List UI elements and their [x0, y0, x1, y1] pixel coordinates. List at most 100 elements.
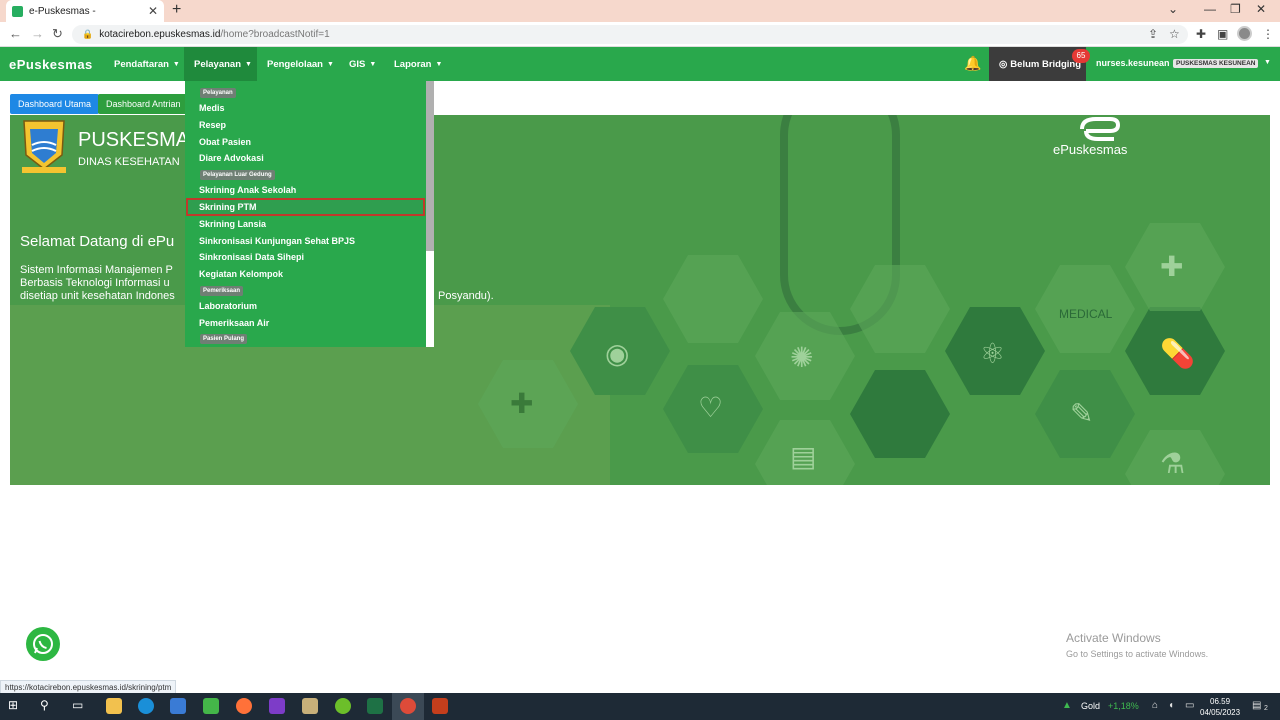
- menu-item-diare-advokasi[interactable]: Diare Advokasi: [199, 153, 264, 163]
- menu-item-laboratorium[interactable]: Laboratorium: [199, 301, 257, 311]
- clock-date: 04/05/2023: [1200, 708, 1241, 717]
- epuskesmas-favicon-icon: [12, 5, 23, 17]
- menu-pendaftaran[interactable]: Pendaftaran ▼: [104, 47, 190, 81]
- menu-label: Pelayanan: [194, 58, 241, 70]
- chrome-icon[interactable]: [400, 698, 416, 714]
- dashboard-utama-button[interactable]: Dashboard Utama: [10, 94, 100, 114]
- pelayanan-dropdown-menu: Pelayanan Medis Resep Obat Pasien Diare …: [185, 81, 434, 347]
- user-caret-down-icon[interactable]: ▼: [1264, 59, 1271, 66]
- brand-logo[interactable]: ePuskesmas: [9, 57, 93, 72]
- dropdown-scrollbar-thumb[interactable]: [426, 81, 434, 251]
- menu-laporan[interactable]: Laporan ▼: [384, 47, 452, 81]
- activate-windows-hint: Go to Settings to activate Windows.: [1066, 649, 1209, 659]
- menu-item-pemeriksaan-air[interactable]: Pemeriksaan Air: [199, 318, 269, 328]
- medical-kit-icon: ✚: [1160, 251, 1184, 282]
- tab-search-chevron-icon[interactable]: ⌄: [1168, 2, 1178, 16]
- firefox-icon[interactable]: [236, 698, 252, 714]
- brand-e-icon: e: [9, 57, 17, 72]
- notification-bell-icon[interactable]: 🔔: [964, 55, 981, 72]
- gold-ticker-change: +1,18%: [1108, 701, 1139, 711]
- gold-ticker-label[interactable]: Gold: [1081, 701, 1100, 711]
- menu-item-resep[interactable]: Resep: [199, 120, 226, 130]
- chart-up-icon: ▲: [1062, 700, 1072, 711]
- caret-down-icon: ▼: [435, 60, 443, 68]
- lock-icon: 🔒: [82, 29, 94, 39]
- powerpoint-icon[interactable]: [432, 698, 448, 714]
- caret-down-icon: ▼: [245, 60, 252, 68]
- menu-item-obat-pasien[interactable]: Obat Pasien: [199, 137, 251, 147]
- battery-icon[interactable]: ▭: [1185, 700, 1194, 711]
- close-tab-icon[interactable]: ✕: [148, 4, 158, 18]
- puskesmas-label: PUSKESMAS KESUNEAN: [1173, 59, 1259, 68]
- instagram-icon: ◎: [999, 58, 1008, 70]
- whatsapp-button[interactable]: [26, 627, 60, 661]
- bridging-status-button[interactable]: ◎ Belum Bridging: [989, 47, 1086, 81]
- hex-tile: [663, 255, 763, 343]
- volume-icon[interactable]: ◖: [1168, 700, 1174, 711]
- search-icon[interactable]: ⚲: [40, 698, 56, 714]
- dropdown-header-pemeriksaan: Pemeriksaan: [200, 286, 244, 296]
- username[interactable]: nurses.kesunean: [1096, 58, 1170, 68]
- minimize-icon[interactable]: —: [1204, 2, 1216, 16]
- address-bar-row: ← → ↻ 🔒 kotacirebon.epuskesmas.id /home?…: [0, 22, 1280, 47]
- app-icon[interactable]: [170, 698, 186, 714]
- dinas-subtitle: DINAS KESEHATAN: [78, 156, 180, 168]
- menu-item-skrining-anak-sekolah[interactable]: Skrining Anak Sekolah: [199, 185, 296, 195]
- back-arrow-icon[interactable]: ←: [9, 26, 22, 41]
- notification-center-icon[interactable]: ▤: [1252, 700, 1261, 711]
- browser-tab[interactable]: e-Puskesmas - ✕: [6, 0, 164, 22]
- bookmark-star-icon[interactable]: ☆: [1169, 27, 1180, 41]
- url-host: kotacirebon.epuskesmas.id: [99, 29, 221, 40]
- description-tail: Posyandu).: [438, 290, 494, 302]
- app-icon[interactable]: [269, 698, 285, 714]
- app-icon[interactable]: [203, 698, 219, 714]
- syringe-icon: ✎: [1070, 398, 1094, 429]
- url-input[interactable]: 🔒 kotacirebon.epuskesmas.id /home?broadc…: [72, 25, 1188, 44]
- menu-item-skrining-ptm[interactable]: Skrining PTM: [186, 198, 425, 216]
- task-view-icon[interactable]: ▭: [72, 698, 88, 714]
- edge-icon[interactable]: [138, 698, 154, 714]
- menu-item-sinkronisasi-sihepi[interactable]: Sinkronisasi Data Sihepi: [199, 252, 304, 262]
- menu-pelayanan[interactable]: Pelayanan ▼: [184, 47, 257, 81]
- brand-text: Puskesmas: [16, 57, 93, 72]
- clock[interactable]: 06.59 04/05/2023: [1200, 696, 1240, 718]
- epuskesmas-logo-icon: [1080, 117, 1121, 141]
- close-window-icon[interactable]: ✕: [1256, 2, 1266, 16]
- cross-icon: ✚: [510, 388, 534, 419]
- qgis-icon[interactable]: [335, 698, 351, 714]
- menu-gis[interactable]: GIS ▼: [339, 47, 386, 81]
- browser-menu-icon[interactable]: ⋮: [1262, 27, 1274, 41]
- medical-label: MEDICAL: [1059, 307, 1113, 321]
- activate-windows-title: Activate Windows: [1066, 631, 1161, 645]
- browser-tab-bar: e-Puskesmas - ✕ + ⌄ — ❐ ✕: [0, 0, 1280, 22]
- extensions-puzzle-icon[interactable]: ✚: [1196, 27, 1206, 41]
- windows-start-icon[interactable]: ⊞: [8, 698, 24, 714]
- test-tube-icon: ⚗: [1160, 448, 1186, 479]
- excel-icon[interactable]: [367, 698, 383, 714]
- menu-label: Laporan: [394, 58, 432, 70]
- menu-item-sinkronisasi-bpjs[interactable]: Sinkronisasi Kunjungan Sehat BPJS: [199, 236, 355, 246]
- forward-arrow-icon[interactable]: →: [31, 26, 44, 41]
- restore-icon[interactable]: ❐: [1230, 2, 1241, 16]
- file-explorer-icon[interactable]: [106, 698, 122, 714]
- app-icon[interactable]: [302, 698, 318, 714]
- dropdown-header-pelayanan: Pelayanan: [200, 88, 236, 98]
- reload-icon[interactable]: ↻: [52, 26, 63, 42]
- menu-pengelolaan[interactable]: Pengelolaan ▼: [257, 47, 344, 81]
- dashboard-antrian-button[interactable]: Dashboard Antrian: [98, 94, 189, 114]
- share-icon[interactable]: ⇪: [1148, 27, 1158, 41]
- hex-tile: [850, 370, 950, 458]
- bridging-label: Belum Bridging: [1010, 58, 1082, 70]
- dropdown-header-luar-gedung: Pelayanan Luar Gedung: [200, 170, 275, 180]
- url-path: /home?broadcastNotif=1: [220, 29, 330, 40]
- menu-item-medis[interactable]: Medis: [199, 103, 225, 113]
- description-line: disetiap unit kesehatan Indones: [20, 290, 175, 302]
- menu-item-skrining-lansia[interactable]: Skrining Lansia: [199, 219, 266, 229]
- windows-taskbar: ⊞ ⚲ ▭ ▲ Gold +1,18% ⌂ ◖ ▭ 06.59 04/05/20…: [0, 693, 1280, 720]
- menu-item-kegiatan-kelompok[interactable]: Kegiatan Kelompok: [199, 269, 283, 279]
- side-panel-icon[interactable]: ▣: [1217, 27, 1228, 41]
- app-navbar: ePuskesmas Pendaftaran ▼ Pelayanan ▼ Penge…: [0, 47, 1280, 81]
- new-tab-button[interactable]: +: [172, 1, 181, 19]
- network-icon[interactable]: ⌂: [1152, 700, 1158, 711]
- profile-avatar[interactable]: [1237, 26, 1252, 41]
